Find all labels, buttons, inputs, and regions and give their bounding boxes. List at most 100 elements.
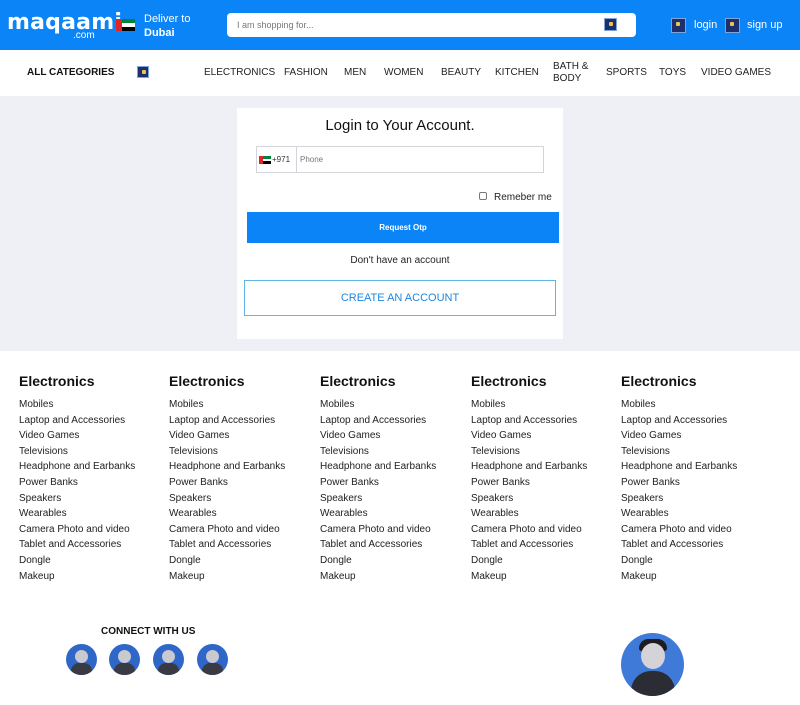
deliver-to-label[interactable]: Deliver to xyxy=(144,13,190,26)
footer-link[interactable]: Tablet and Accessories xyxy=(169,537,319,553)
footer-link[interactable]: Dongle xyxy=(169,553,319,569)
footer-link[interactable]: Video Games xyxy=(169,428,319,444)
dial-code[interactable]: +971 xyxy=(272,155,290,164)
footer-link[interactable]: Dongle xyxy=(621,553,771,569)
signup-link[interactable]: sign up xyxy=(747,19,782,31)
footer-column-title: Electronics xyxy=(169,373,245,389)
signup-icon[interactable] xyxy=(725,18,740,33)
footer-link[interactable]: Speakers xyxy=(19,491,169,507)
footer-link[interactable]: Dongle xyxy=(19,553,169,569)
social-icon[interactable] xyxy=(66,644,97,675)
footer-link[interactable]: Mobiles xyxy=(169,397,319,413)
uae-flag-icon[interactable] xyxy=(259,156,271,164)
phone-input[interactable] xyxy=(297,147,543,172)
footer-link[interactable]: Laptop and Accessories xyxy=(320,413,470,429)
remember-me-checkbox[interactable] xyxy=(479,192,487,200)
footer-link[interactable]: Camera Photo and video xyxy=(19,522,169,538)
user-icon[interactable] xyxy=(671,18,686,33)
nav-item-women[interactable]: WOMEN xyxy=(384,67,423,79)
deliver-city[interactable]: Dubai xyxy=(144,27,175,40)
footer-column: Electronics Mobiles Laptop and Accessori… xyxy=(169,372,319,584)
footer-link[interactable]: Speakers xyxy=(169,491,319,507)
footer-link[interactable]: Mobiles xyxy=(471,397,621,413)
footer-link[interactable]: Camera Photo and video xyxy=(169,522,319,538)
footer-link[interactable]: Televisions xyxy=(169,444,319,460)
footer-link[interactable]: Laptop and Accessories xyxy=(169,413,319,429)
footer-link[interactable]: Dongle xyxy=(471,553,621,569)
login-link[interactable]: login xyxy=(694,19,717,31)
footer-link[interactable]: Video Games xyxy=(320,428,470,444)
footer-link[interactable]: Video Games xyxy=(471,428,621,444)
avatar xyxy=(621,633,684,696)
menu-icon[interactable] xyxy=(137,66,149,78)
footer-link[interactable]: Headphone and Earbanks xyxy=(169,459,319,475)
footer-link[interactable]: Televisions xyxy=(471,444,621,460)
nav-item-electronics[interactable]: ELECTRONICS xyxy=(204,67,275,79)
footer-link[interactable]: Speakers xyxy=(471,491,621,507)
footer-link[interactable]: Tablet and Accessories xyxy=(19,537,169,553)
footer-link[interactable]: Headphone and Earbanks xyxy=(471,459,621,475)
footer-link[interactable]: Power Banks xyxy=(169,475,319,491)
footer-link[interactable]: Power Banks xyxy=(19,475,169,491)
footer-link[interactable]: Headphone and Earbanks xyxy=(320,459,470,475)
footer-link[interactable]: Wearables xyxy=(621,506,771,522)
footer-column: Electronics Mobiles Laptop and Accessori… xyxy=(621,372,771,584)
nav-item-beauty[interactable]: BEAUTY xyxy=(441,67,481,79)
remember-me-label: Remeber me xyxy=(494,192,552,203)
footer-link[interactable]: Laptop and Accessories xyxy=(621,413,771,429)
footer-link[interactable]: Mobiles xyxy=(320,397,470,413)
footer-column: Electronics Mobiles Laptop and Accessori… xyxy=(19,372,169,584)
footer-link[interactable]: Video Games xyxy=(621,428,771,444)
footer-link[interactable]: Wearables xyxy=(19,506,169,522)
footer-link[interactable]: Speakers xyxy=(320,491,470,507)
social-icon[interactable] xyxy=(109,644,140,675)
footer-link[interactable]: Makeup xyxy=(471,569,621,585)
request-otp-button[interactable]: Request Otp xyxy=(247,212,559,243)
footer-link[interactable]: Wearables xyxy=(320,506,470,522)
nav-item-toys[interactable]: TOYS xyxy=(659,67,686,79)
nav-item-bath-body[interactable]: BATH & BODY xyxy=(553,61,593,85)
social-icon[interactable] xyxy=(153,644,184,675)
footer-link[interactable]: Tablet and Accessories xyxy=(621,537,771,553)
footer-link[interactable]: Camera Photo and video xyxy=(320,522,470,538)
footer-link[interactable]: Camera Photo and video xyxy=(471,522,621,538)
footer-link[interactable]: Makeup xyxy=(19,569,169,585)
create-account-button[interactable]: CREATE AN ACCOUNT xyxy=(244,280,556,316)
nav-item-men[interactable]: MEN xyxy=(344,67,366,79)
footer-link[interactable]: Power Banks xyxy=(471,475,621,491)
footer-link[interactable]: Power Banks xyxy=(621,475,771,491)
footer-link[interactable]: Televisions xyxy=(320,444,470,460)
nav-item-video-games[interactable]: VIDEO GAMES xyxy=(701,67,771,79)
footer-link[interactable]: Makeup xyxy=(621,569,771,585)
site-logo[interactable]: maqaami xyxy=(7,12,122,34)
footer-link[interactable]: Makeup xyxy=(320,569,470,585)
footer-link[interactable]: Tablet and Accessories xyxy=(320,537,470,553)
footer-link[interactable]: Tablet and Accessories xyxy=(471,537,621,553)
footer-link[interactable]: Televisions xyxy=(621,444,771,460)
footer-link[interactable]: Power Banks xyxy=(320,475,470,491)
footer-link[interactable]: Wearables xyxy=(471,506,621,522)
search-icon[interactable] xyxy=(604,18,617,31)
connect-title: CONNECT WITH US xyxy=(101,626,196,637)
footer-link[interactable]: Dongle xyxy=(320,553,470,569)
footer-link[interactable]: Mobiles xyxy=(621,397,771,413)
search-input[interactable] xyxy=(227,13,636,37)
social-icon[interactable] xyxy=(197,644,228,675)
footer-link[interactable]: Wearables xyxy=(169,506,319,522)
all-categories-button[interactable]: ALL CATEGORIES xyxy=(27,67,114,78)
footer-link[interactable]: Headphone and Earbanks xyxy=(19,459,169,475)
footer-link[interactable]: Mobiles xyxy=(19,397,169,413)
login-title: Login to Your Account. xyxy=(325,117,475,134)
footer-link[interactable]: Video Games xyxy=(19,428,169,444)
footer-link[interactable]: Makeup xyxy=(169,569,319,585)
footer-link[interactable]: Speakers xyxy=(621,491,771,507)
footer-column-title: Electronics xyxy=(19,373,95,389)
footer-link[interactable]: Camera Photo and video xyxy=(621,522,771,538)
footer-link[interactable]: Televisions xyxy=(19,444,169,460)
footer-link[interactable]: Laptop and Accessories xyxy=(471,413,621,429)
footer-link[interactable]: Headphone and Earbanks xyxy=(621,459,771,475)
footer-link[interactable]: Laptop and Accessories xyxy=(19,413,169,429)
nav-item-kitchen[interactable]: KITCHEN xyxy=(495,67,539,79)
nav-item-sports[interactable]: SPORTS xyxy=(606,67,647,79)
nav-item-fashion[interactable]: FASHION xyxy=(284,67,328,79)
